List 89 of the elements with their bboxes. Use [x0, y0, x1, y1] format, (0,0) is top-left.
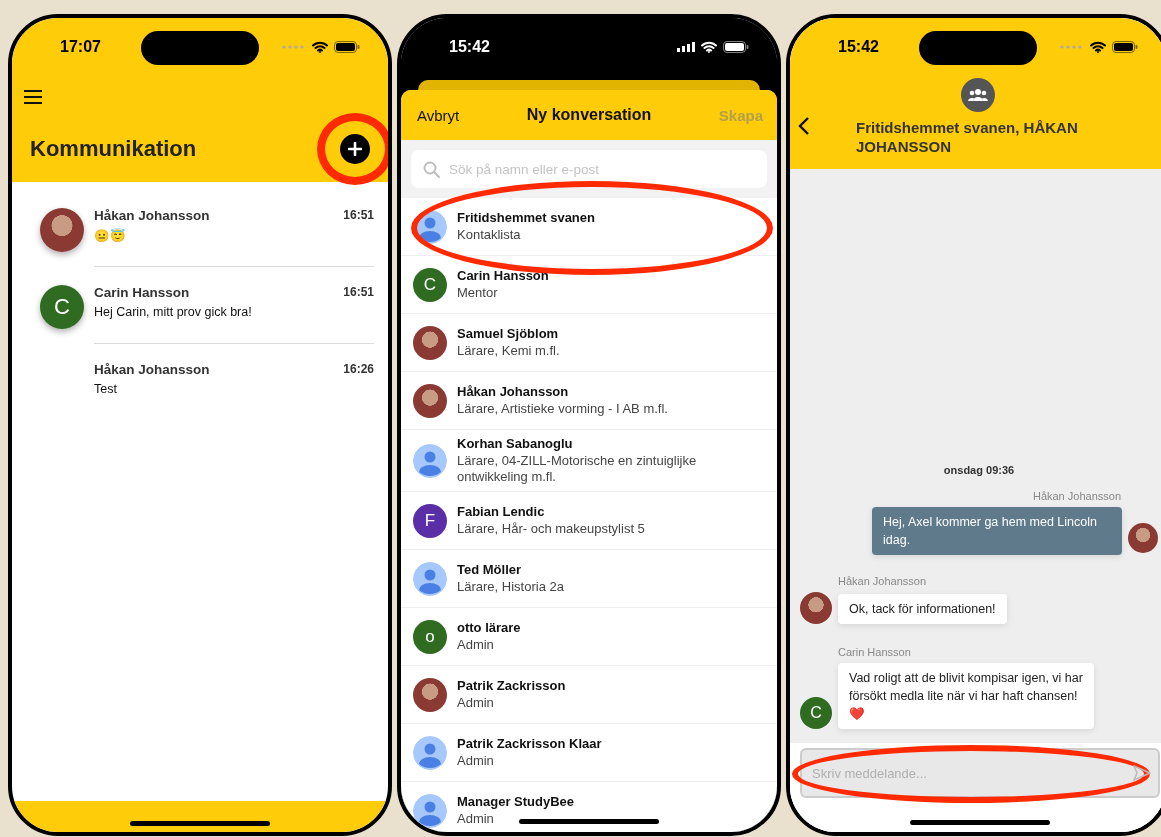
- contact-role: Admin: [457, 753, 495, 769]
- conversation-row[interactable]: C Carin Hansson 16:51 Hej Carin, mitt prov gick bra!: [12, 267, 388, 344]
- contact-role: Lärare, Historia 2a: [457, 579, 564, 595]
- letter-avatar: o: [413, 619, 447, 654]
- letter-avatar: C: [800, 697, 832, 729]
- contact-name: Korhan Sabanoglu: [457, 436, 574, 451]
- signal-icon: [677, 42, 695, 52]
- contact-name: Patrik Zackrisson Klaar: [457, 736, 602, 751]
- message-time: 16:51: [343, 285, 374, 300]
- menu-icon[interactable]: [24, 90, 42, 104]
- conversation-row[interactable]: Håkan Johansson 16:26 Test: [12, 344, 388, 421]
- status-time: 15:42: [449, 38, 490, 56]
- contact-row[interactable]: Fritidshemmet svanen Kontaklista: [401, 198, 777, 256]
- person-icon: [413, 793, 447, 828]
- person-icon: [413, 561, 447, 596]
- message-preview: Hej Carin, mitt prov gick bra!: [94, 305, 253, 319]
- contact-row[interactable]: Patrik Zackrisson Klaar Admin: [401, 724, 777, 782]
- wifi-icon: [1090, 41, 1106, 53]
- sheet-title: Ny konversation: [525, 106, 653, 124]
- contact-name: Samuel Sjöblom: [457, 326, 560, 341]
- avatar-photo: [413, 383, 447, 418]
- message-bubble: Vad roligt att de blivit kompisar igen, vi har försökt medla lite när vi har haft chansen! ❤: [838, 663, 1094, 729]
- contact-role: Lärare, Hår- och makeupstylist 5: [457, 521, 645, 537]
- conversation-row[interactable]: Håkan Johansson 16:51 😐😇: [12, 190, 388, 267]
- contact-name: Patrik Zackrisson: [457, 678, 566, 693]
- contact-role: Kontaklista: [457, 227, 522, 243]
- contact-name: Carin Hansson: [457, 268, 549, 283]
- plus-icon: [348, 142, 362, 156]
- sender-name: Håkan Johansson: [1032, 490, 1121, 502]
- contact-role: Lärare, Artistieke vorming - I AB m.fl.: [457, 401, 668, 417]
- back-icon[interactable]: [798, 116, 810, 136]
- message-preview: Test: [94, 382, 118, 396]
- message-bubble: Ok, tack för informationen!: [838, 594, 1007, 624]
- contact-name: Håkan Johansson: [94, 208, 210, 223]
- contact-name: Fritidshemmet svanen: [457, 210, 595, 225]
- contact-row[interactable]: Håkan Johansson Lärare, Artistieke vorming - I AB m.fl.: [401, 372, 777, 430]
- battery-icon: [723, 41, 749, 53]
- contact-row[interactable]: o otto lärare Admin: [401, 608, 777, 666]
- contact-row[interactable]: Ted Möller Lärare, Historia 2a: [401, 550, 777, 608]
- message-preview: 😐😇: [94, 228, 127, 243]
- add-button[interactable]: [340, 134, 370, 164]
- contact-role: Admin: [457, 695, 495, 711]
- send-button[interactable]: [1132, 764, 1152, 782]
- contact-row[interactable]: C Carin Hansson Mentor: [401, 256, 777, 314]
- contact-role: Admin: [457, 637, 495, 653]
- contact-row[interactable]: F Fabian Lendic Lärare, Hår- och makeupstylist 5: [401, 492, 777, 550]
- letter-avatar: F: [413, 503, 447, 538]
- battery-icon: [334, 41, 360, 53]
- search-field[interactable]: Sök på namn eller e-post: [411, 150, 767, 188]
- sender-name: Carin Hansson: [838, 646, 912, 658]
- person-icon: [413, 735, 447, 770]
- contact-role: Lärare, 04-ZILL-Motorische en zintuiglijke ontwikkeling m.fl.: [457, 453, 698, 485]
- contact-name: Håkan Johansson: [94, 362, 210, 377]
- contact-name: Manager StudyBee: [457, 794, 575, 809]
- contact-role: Admin: [457, 811, 495, 827]
- message-bubble: Hej, Axel kommer ga hem med Lincoln idag.: [872, 507, 1122, 555]
- avatar-photo: [413, 677, 447, 712]
- screen-title: Kommunikation: [30, 136, 197, 162]
- status-time: 17:07: [60, 38, 101, 56]
- contact-name: Carin Hansson: [94, 285, 190, 300]
- avatar-photo: [800, 592, 832, 624]
- contact-row[interactable]: Korhan Sabanoglu Lärare, 04-ZILL-Motorische en zintuiglijke ontwikkeling m.fl.: [401, 430, 777, 492]
- wifi-icon: [312, 41, 328, 53]
- message-time: 16:26: [343, 362, 374, 377]
- contact-row[interactable]: Patrik Zackrisson Admin: [401, 666, 777, 724]
- contact-name: Ted Möller: [457, 562, 523, 577]
- signal-icon: [1060, 45, 1084, 49]
- cancel-button[interactable]: Avbryt: [417, 106, 460, 124]
- contact-role: Mentor: [457, 285, 499, 301]
- sender-name: Håkan Johansson: [838, 575, 928, 587]
- message-time: 16:51: [343, 208, 374, 223]
- signal-icon: [282, 45, 306, 49]
- avatar-photo: [40, 208, 84, 252]
- status-time: 15:42: [838, 38, 879, 56]
- letter-avatar: C: [413, 267, 447, 302]
- person-icon: [413, 443, 447, 478]
- group-icon: [961, 78, 995, 112]
- contact-name: Håkan Johansson: [457, 384, 570, 399]
- wifi-icon: [701, 41, 717, 53]
- battery-icon: [1112, 41, 1138, 53]
- contact-row[interactable]: Samuel Sjöblom Lärare, Kemi m.fl.: [401, 314, 777, 372]
- date-separator: onsdag 09:36: [942, 464, 1016, 476]
- contact-name: otto lärare: [457, 620, 521, 635]
- chat-title: Fritidshemmet svanen, HÅKAN JOHANSSON: [856, 118, 1079, 156]
- avatar-photo: [413, 325, 447, 360]
- contact-role: Lärare, Kemi m.fl.: [457, 343, 560, 359]
- letter-avatar: C: [40, 285, 84, 329]
- avatar-photo: [1128, 523, 1158, 553]
- contact-name: Fabian Lendic: [457, 504, 546, 519]
